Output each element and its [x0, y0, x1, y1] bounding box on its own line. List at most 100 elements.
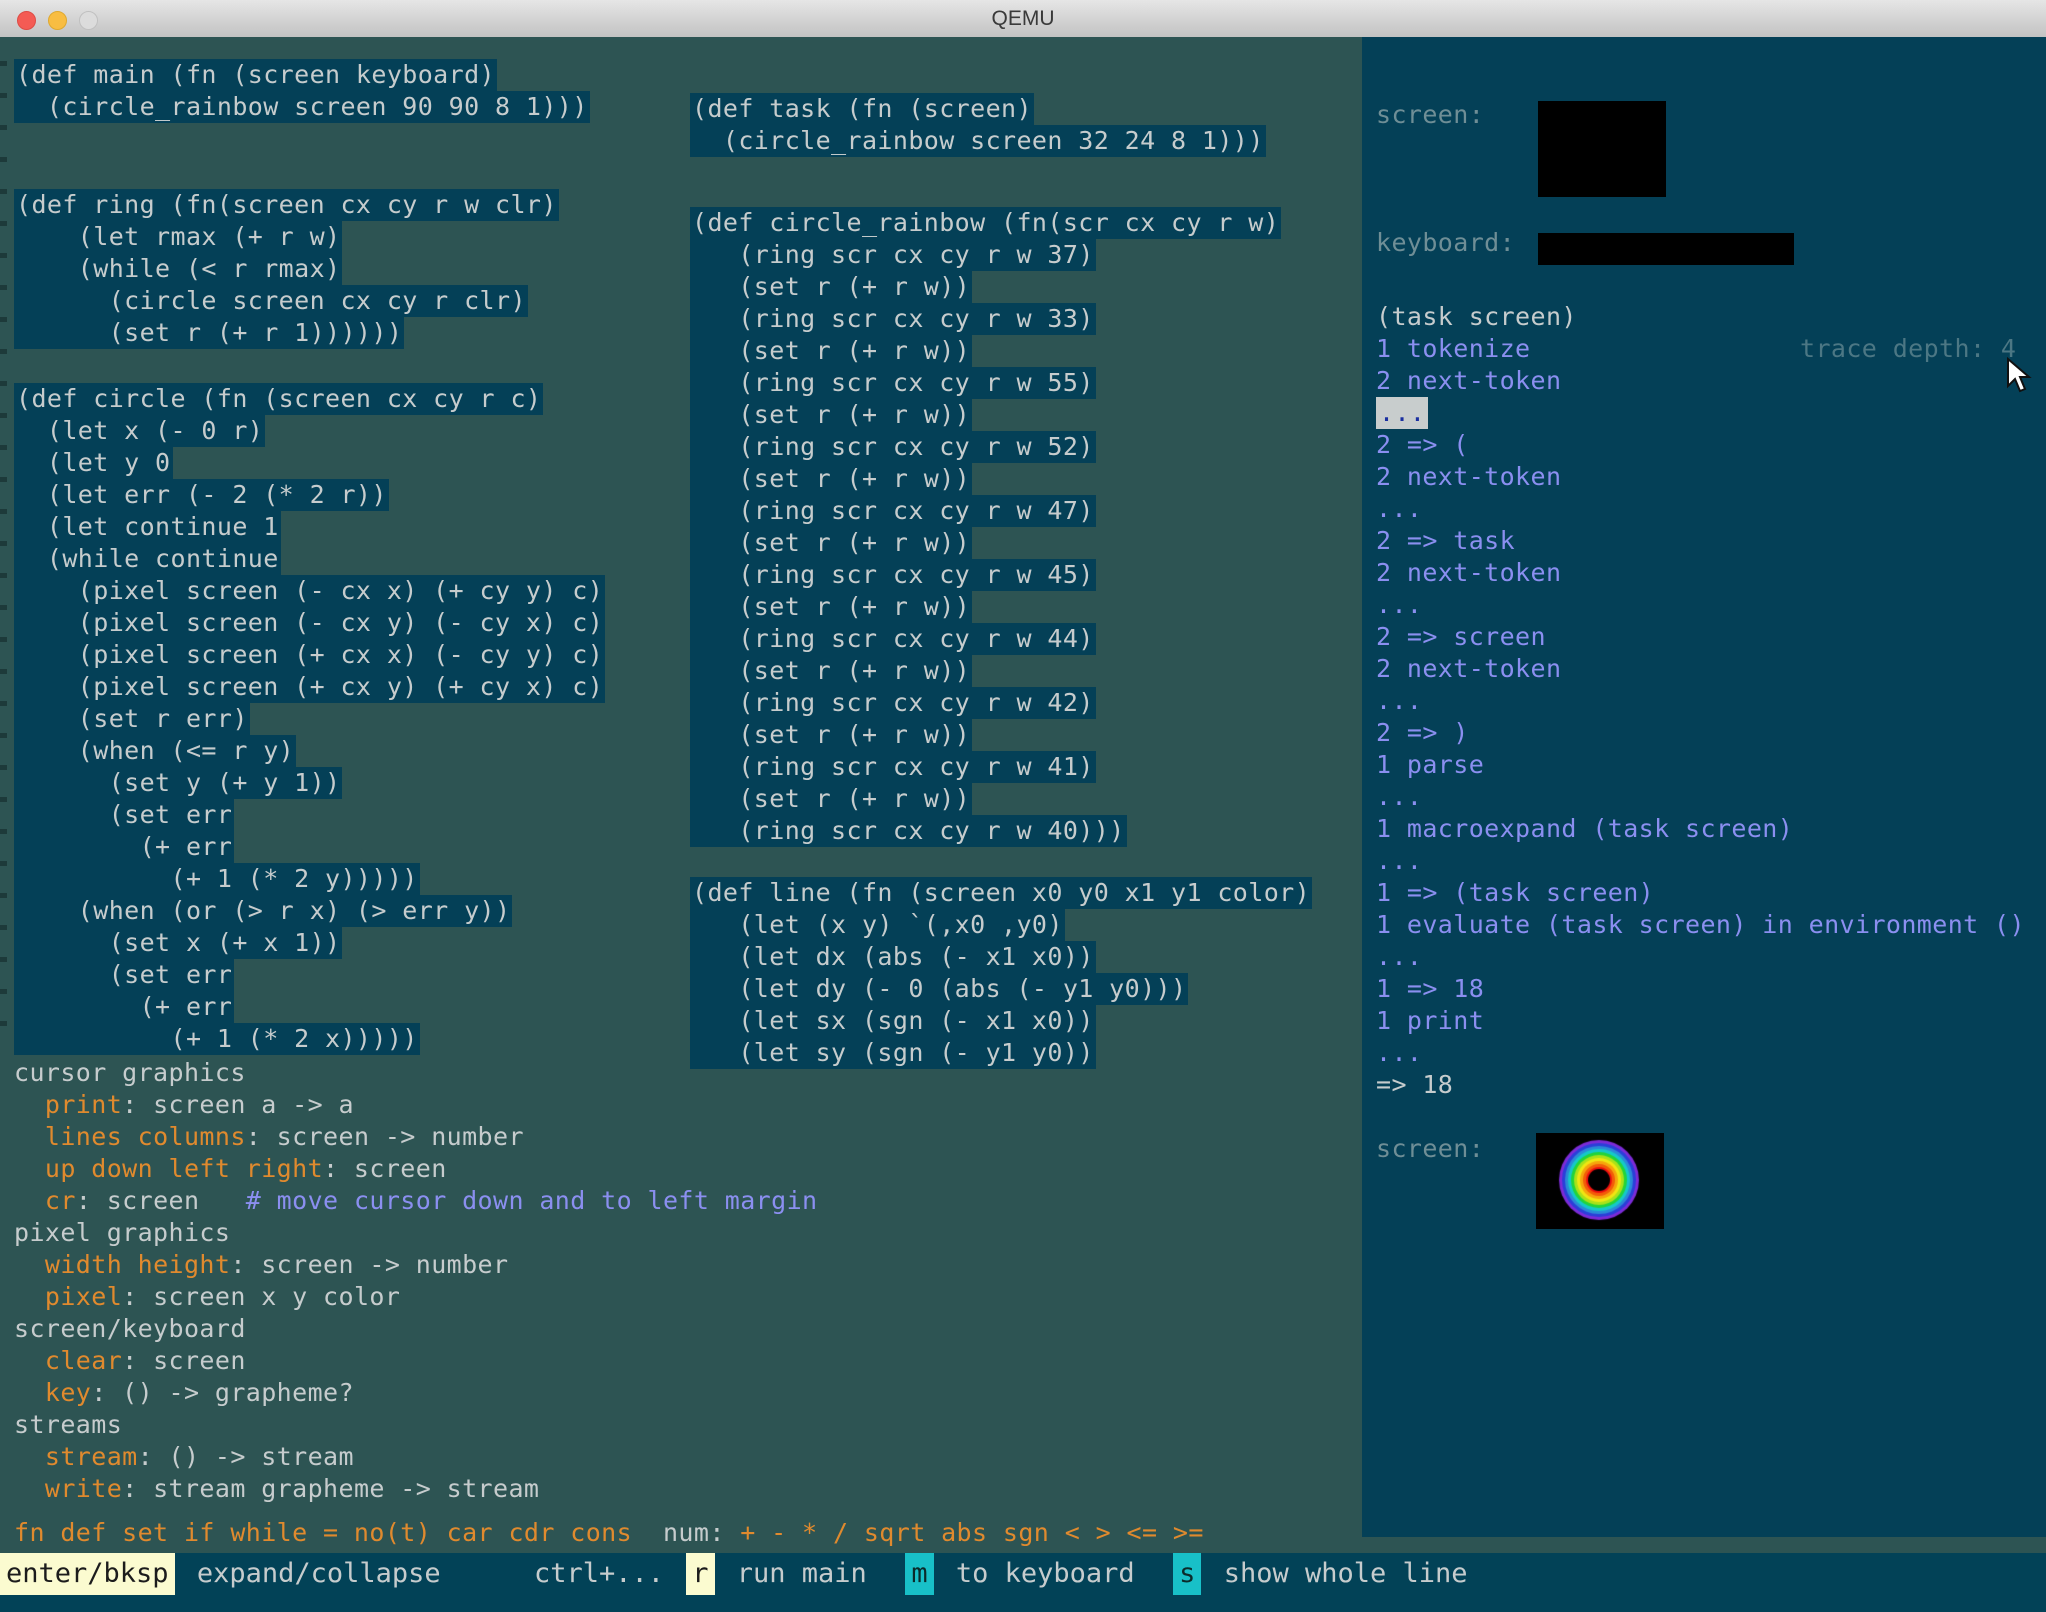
code-block-circle[interactable]: (def circle (fn (screen cx cy r c) (let …: [14, 383, 606, 1055]
code-line[interactable]: (ring scr cx cy r w 44): [690, 623, 1281, 655]
trace-line[interactable]: 1 => (task screen): [1376, 877, 2025, 909]
code-line[interactable]: (set r (+ r w)): [690, 655, 1281, 687]
code-line[interactable]: (set r (+ r 1)))))): [14, 317, 559, 349]
code-line[interactable]: (pixel screen (- cx y) (- cy x) c): [14, 607, 606, 639]
code-line[interactable]: (circle screen cx cy r clr): [14, 285, 559, 317]
code-line[interactable]: (def task (fn (screen): [690, 93, 1266, 125]
code-line[interactable]: (circle_rainbow screen 90 90 8 1))): [14, 91, 590, 123]
code-line[interactable]: (+ 1 (* 2 x))))): [14, 1023, 605, 1055]
trace-line[interactable]: 2 next-token: [1376, 557, 2025, 589]
primitive-name[interactable]: print: [45, 1090, 122, 1119]
trace-line[interactable]: 1 print: [1376, 1005, 2025, 1037]
trace-line[interactable]: ...: [1376, 493, 2025, 525]
trace-line[interactable]: 1 tokenize: [1376, 333, 2025, 365]
code-line[interactable]: (when (or (> r x) (> err y)): [14, 895, 605, 927]
code-line[interactable]: (set r (+ r w)): [690, 783, 1281, 815]
trace-line[interactable]: 1 => 18: [1376, 973, 2025, 1005]
primitive-name[interactable]: up down left right: [45, 1154, 323, 1183]
code-line[interactable]: (let rmax (+ r w): [14, 221, 559, 253]
code-line[interactable]: (circle_rainbow screen 32 24 8 1))): [690, 125, 1266, 157]
trace-line[interactable]: ...: [1376, 397, 2025, 429]
trace-line[interactable]: 2 => (: [1376, 429, 2025, 461]
code-line[interactable]: (set r (+ r w)): [690, 463, 1281, 495]
code-line[interactable]: (set r (+ r w)): [690, 591, 1281, 623]
trace-line[interactable]: ...: [1376, 1037, 2025, 1069]
trace-ellipsis-selected[interactable]: ...: [1376, 397, 1429, 429]
code-block-task[interactable]: (def task (fn (screen) (circle_rainbow s…: [690, 93, 1266, 157]
code-line[interactable]: (ring scr cx cy r w 37): [690, 239, 1281, 271]
status-bar[interactable]: enter/bksp expand/collapse ctrl+... r ru…: [0, 1553, 2046, 1612]
trace-line[interactable]: 2 next-token: [1376, 461, 2025, 493]
code-line[interactable]: (ring scr cx cy r w 40))): [690, 815, 1281, 847]
code-line[interactable]: (set err: [14, 799, 605, 831]
code-line[interactable]: (while continue: [14, 543, 605, 575]
code-line[interactable]: (+ err: [14, 991, 605, 1023]
code-block-ring[interactable]: (def ring (fn(screen cx cy r w clr) (let…: [14, 189, 559, 349]
primitive-name[interactable]: write: [45, 1474, 122, 1503]
code-line[interactable]: (ring scr cx cy r w 42): [690, 687, 1281, 719]
code-block-line[interactable]: (def line (fn (screen x0 y0 x1 y1 color)…: [690, 877, 1313, 1069]
trace-line[interactable]: 2 next-token: [1376, 653, 2025, 685]
primitive-name[interactable]: pixel: [45, 1282, 122, 1311]
code-line[interactable]: (while (< r rmax): [14, 253, 559, 285]
status-key-ctrl[interactable]: ctrl+...: [479, 1553, 687, 1595]
code-block-circle-rainbow[interactable]: (def circle_rainbow (fn(scr cx cy r w) (…: [690, 207, 1282, 847]
trace-line[interactable]: ...: [1376, 685, 2025, 717]
code-line[interactable]: (ring scr cx cy r w 45): [690, 559, 1281, 591]
status-key-s[interactable]: s: [1173, 1553, 1202, 1595]
code-line[interactable]: (set r (+ r w)): [690, 527, 1281, 559]
trace-line[interactable]: ...: [1376, 845, 2025, 877]
primitive-name[interactable]: width height: [45, 1250, 230, 1279]
code-line[interactable]: (ring scr cx cy r w 47): [690, 495, 1281, 527]
code-line[interactable]: (ring scr cx cy r w 55): [690, 367, 1281, 399]
trace-line[interactable]: ...: [1376, 941, 2025, 973]
code-line[interactable]: (def circle_rainbow (fn(scr cx cy r w): [690, 207, 1282, 239]
trace-line[interactable]: ...: [1376, 589, 2025, 621]
trace-line[interactable]: 2 => task: [1376, 525, 2025, 557]
code-line[interactable]: (when (<= r y): [14, 735, 605, 767]
primitive-name[interactable]: key: [45, 1378, 91, 1407]
code-line[interactable]: (pixel screen (- cx x) (+ cy y) c): [14, 575, 606, 607]
primitive-name[interactable]: lines columns: [45, 1122, 246, 1151]
code-line[interactable]: (set y (+ y 1)): [14, 767, 605, 799]
code-line[interactable]: (let dx (abs (- x1 x0)): [690, 941, 1312, 973]
trace-line[interactable]: 1 macroexpand (task screen): [1376, 813, 2025, 845]
code-line[interactable]: (pixel screen (+ cx y) (+ cy x) c): [14, 671, 606, 703]
code-line[interactable]: (ring scr cx cy r w 52): [690, 431, 1281, 463]
code-line[interactable]: (def main (fn (screen keyboard): [14, 59, 590, 91]
code-line[interactable]: (set r (+ r w)): [690, 271, 1281, 303]
code-line[interactable]: (let dy (- 0 (abs (- y1 y0))): [690, 973, 1312, 1005]
code-line[interactable]: (set x (+ x 1)): [14, 927, 605, 959]
status-key-r[interactable]: r: [686, 1553, 715, 1595]
code-line[interactable]: (set r (+ r w)): [690, 719, 1281, 751]
code-line[interactable]: (let err (- 2 (* 2 r)): [14, 479, 605, 511]
trace-line[interactable]: 2 next-token: [1376, 365, 2025, 397]
code-line[interactable]: (def line (fn (screen x0 y0 x1 y1 color): [690, 877, 1313, 909]
trace-output-list[interactable]: (task screen) 1 tokenize 2 next-token... 2 …: [1376, 301, 2025, 1101]
trace-line[interactable]: 2 => ): [1376, 717, 2025, 749]
trace-line[interactable]: 1 evaluate (task screen) in environment …: [1376, 909, 2025, 941]
code-line[interactable]: (let sx (sgn (- x1 x0)): [690, 1005, 1312, 1037]
trace-line[interactable]: (task screen): [1376, 301, 2025, 333]
primitive-name[interactable]: cr: [45, 1186, 76, 1215]
primitive-name[interactable]: stream: [45, 1442, 138, 1471]
trace-line[interactable]: ...: [1376, 781, 2025, 813]
code-line[interactable]: (def ring (fn(screen cx cy r w clr): [14, 189, 559, 221]
code-line[interactable]: (let x (- 0 r): [14, 415, 605, 447]
code-line[interactable]: (set r (+ r w)): [690, 399, 1281, 431]
code-line[interactable]: (set r err): [14, 703, 605, 735]
code-line[interactable]: (+ 1 (* 2 y))))): [14, 863, 605, 895]
code-line[interactable]: (let y 0: [14, 447, 605, 479]
trace-line[interactable]: 2 => screen: [1376, 621, 2025, 653]
code-line[interactable]: (let continue 1: [14, 511, 605, 543]
status-key-enterbksp[interactable]: enter/bksp: [0, 1553, 175, 1595]
code-line[interactable]: (pixel screen (+ cx x) (- cy y) c): [14, 639, 606, 671]
code-line[interactable]: (set r (+ r w)): [690, 335, 1281, 367]
trace-line[interactable]: 1 parse: [1376, 749, 2025, 781]
code-line[interactable]: (+ err: [14, 831, 605, 863]
code-line[interactable]: (ring scr cx cy r w 33): [690, 303, 1281, 335]
code-line[interactable]: (ring scr cx cy r w 41): [690, 751, 1281, 783]
code-block-main[interactable]: (def main (fn (screen keyboard) (circle_…: [14, 59, 590, 123]
code-line[interactable]: (let (x y) `(,x0 ,y0): [690, 909, 1312, 941]
primitive-name[interactable]: clear: [45, 1346, 122, 1375]
